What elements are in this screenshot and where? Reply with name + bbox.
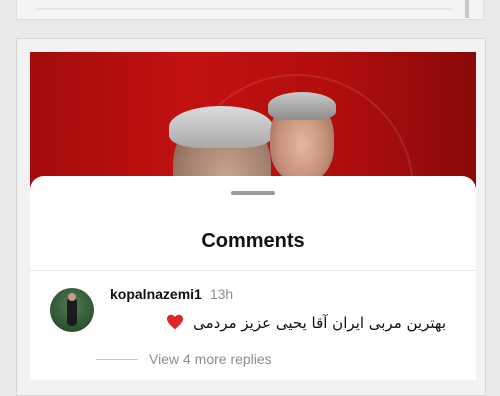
drag-handle[interactable]	[231, 191, 275, 195]
comment-text: بهترین مربی ایران آقا یحیی عزیز مردمی	[193, 314, 446, 332]
comments-divider	[30, 270, 476, 271]
avatar[interactable]	[50, 288, 94, 332]
heart-icon	[167, 314, 184, 330]
person-left-hair	[169, 106, 273, 148]
comments-title: Comments	[201, 230, 305, 252]
comment-username[interactable]: kopalnazemi1	[110, 286, 202, 302]
previous-post-divider	[35, 8, 453, 10]
avatar-figure	[67, 298, 77, 326]
comment-timestamp: 13h	[209, 286, 234, 302]
comments-sheet: Comments kopalnazemi1 13h بهترین مربی ایر…	[30, 176, 476, 380]
comment-body: بهترین مربی ایران آقا یحیی عزیز مردمی	[166, 314, 446, 332]
previous-post-card	[16, 0, 484, 20]
person-right-hair	[268, 92, 336, 120]
replies-divider	[96, 359, 138, 360]
avatar-figure-head	[68, 293, 76, 301]
previous-post-scrollbar[interactable]	[465, 0, 469, 18]
comment-header: kopalnazemi1 13h	[110, 286, 233, 302]
view-replies-button[interactable]: View 4 more replies	[149, 351, 272, 367]
